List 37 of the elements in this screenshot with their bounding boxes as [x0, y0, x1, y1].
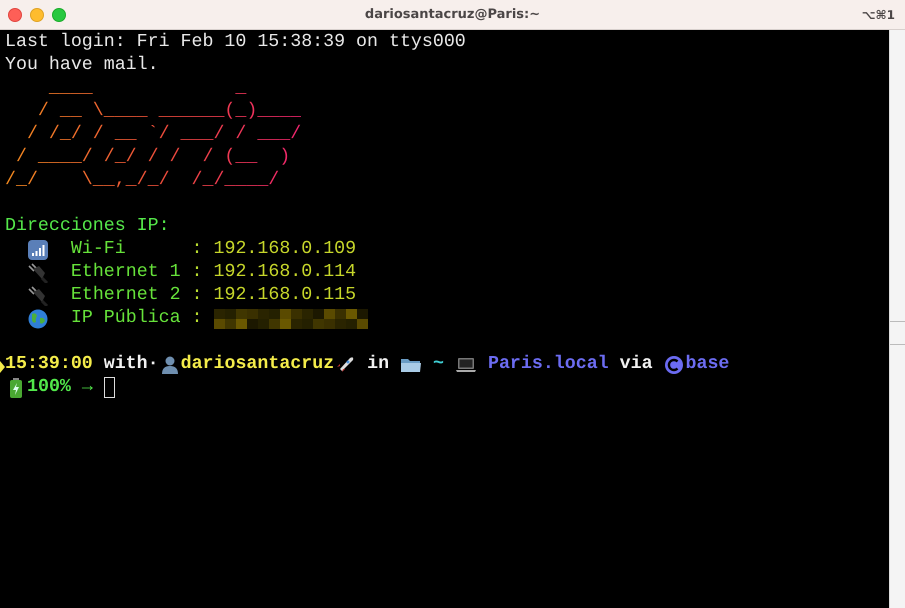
plug-icon [26, 286, 49, 306]
ip-address: 192.168.0.115 [214, 284, 356, 307]
scrollbar[interactable] [889, 30, 905, 608]
text-cursor [104, 377, 115, 398]
prompt-username: dariosantacruz [180, 353, 334, 376]
prompt-marker-icon [0, 361, 5, 373]
terminal-text: You have mail. [5, 55, 159, 75]
prompt-time: 15:39:00 [5, 353, 93, 376]
close-button[interactable] [8, 8, 22, 22]
window-title: dariosantacruz@Paris:~ [364, 7, 540, 22]
prompt-arrow: → [82, 376, 93, 399]
prompt-environment: base [686, 353, 730, 376]
prompt-text: via [620, 353, 653, 376]
terminal-text: Last login: Fri Feb 10 15:38:39 on ttys000 [5, 32, 466, 52]
zoom-button[interactable] [52, 8, 66, 22]
globe-icon [26, 308, 49, 328]
section-heading: Direcciones IP: [5, 216, 170, 236]
minimize-button[interactable] [30, 8, 44, 22]
interface-name: Ethernet 1 [70, 261, 182, 284]
prompt-directory: ~ [433, 353, 444, 376]
prompt-text: in [367, 353, 390, 376]
ip-address: 192.168.0.114 [214, 261, 356, 284]
conda-icon [664, 354, 684, 374]
separator-text: : [192, 238, 203, 261]
prompt-hostname: Paris.local [488, 353, 609, 376]
interface-name: Wi-Fi [70, 238, 127, 261]
battery-percentage: 100% [27, 376, 71, 399]
separator-text: : [192, 307, 203, 330]
signal-bars-icon [26, 240, 49, 260]
prompt-text: with· [104, 353, 159, 376]
plug-icon [26, 262, 49, 282]
ip-address: 192.168.0.109 [214, 238, 356, 261]
separator-text: : [192, 261, 203, 284]
shortcut-label: ⌥⌘1 [862, 8, 895, 22]
separator-text: : [192, 284, 203, 307]
interface-name: Ethernet 2 [70, 284, 182, 307]
interface-name: IP Pública [70, 307, 182, 330]
